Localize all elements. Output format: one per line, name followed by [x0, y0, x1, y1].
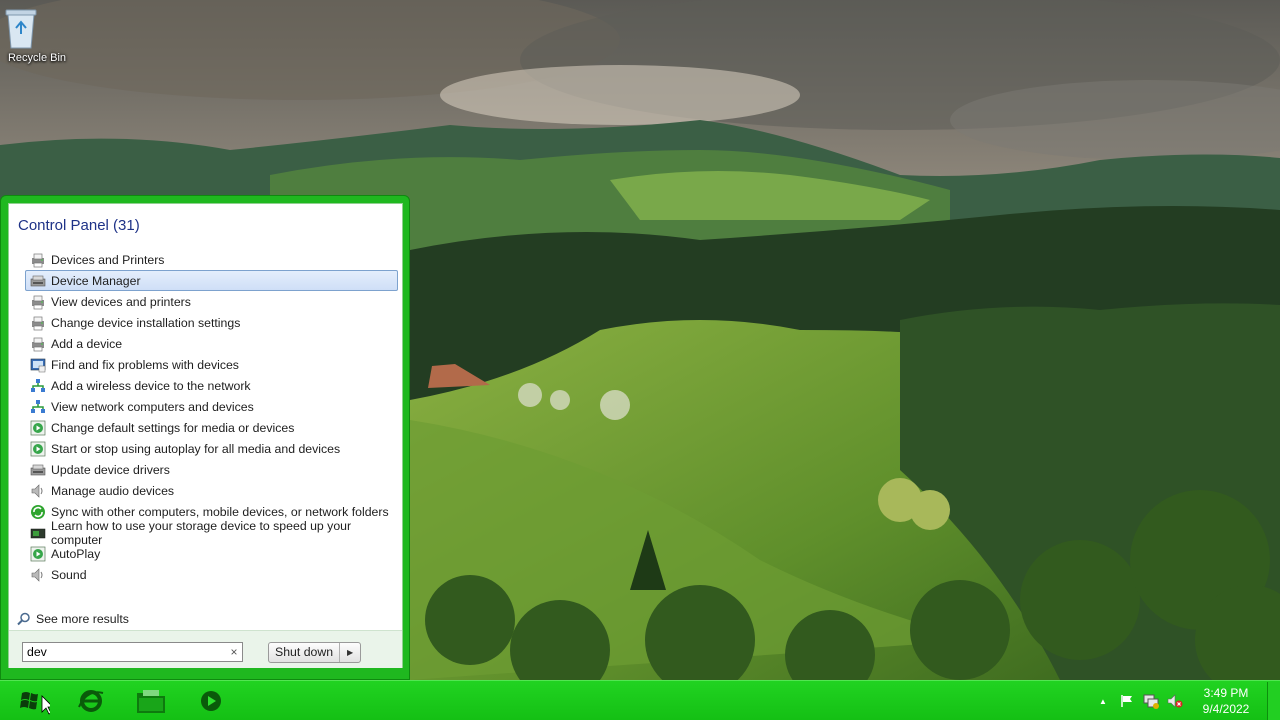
folder-icon [137, 690, 165, 713]
result-item-label: Change default settings for media or dev… [51, 420, 295, 435]
speaker-icon [30, 483, 46, 499]
result-item-label: Device Manager [51, 273, 141, 288]
search-results-pane: Control Panel (31) Devices and Printers D… [8, 203, 403, 668]
autoplay-icon [30, 546, 46, 562]
printer-icon [30, 336, 46, 352]
device-manager-icon [30, 462, 46, 478]
taskbar-media-player-button[interactable] [186, 684, 236, 718]
media-player-icon [201, 691, 221, 711]
clock-date: 9/4/2022 [1202, 702, 1250, 716]
shutdown-button-group: Shut down ▶ [268, 642, 362, 663]
readyboost-icon [30, 525, 46, 541]
taskbar-explorer-button[interactable] [126, 684, 176, 718]
result-item-label: View network computers and devices [51, 399, 254, 414]
speaker-icon [30, 567, 46, 583]
network-icon [30, 378, 46, 394]
recycle-bin[interactable]: Recycle Bin [4, 6, 70, 64]
result-item[interactable]: Device Manager [25, 270, 398, 291]
result-item-label: Manage audio devices [51, 483, 175, 498]
clock-time: 3:49 PM [1203, 686, 1249, 700]
start-search-box[interactable]: × [22, 642, 243, 662]
result-item-label: Update device drivers [51, 462, 170, 477]
see-more-results-label: See more results [36, 612, 129, 626]
result-item-label: View devices and printers [51, 294, 191, 309]
result-item-label: Change device installation settings [51, 315, 241, 330]
start-orb-icon [20, 692, 54, 715]
result-item[interactable]: Devices and Printers [25, 249, 398, 270]
shutdown-options-arrow-icon[interactable]: ▶ [340, 643, 360, 662]
result-item[interactable]: Add a wireless device to the network [25, 375, 398, 396]
result-item[interactable]: Start or stop using autoplay for all med… [25, 438, 398, 459]
result-item-label: Learn how to use your storage device to … [51, 518, 352, 547]
device-manager-icon [30, 273, 46, 289]
start-menu: Control Panel (31) Devices and Printers D… [0, 195, 410, 680]
result-item[interactable]: Learn how to use your storage device to … [25, 519, 398, 547]
result-item-label: Find and fix problems with devices [51, 357, 239, 372]
taskbar-internet-explorer-button[interactable] [66, 684, 116, 718]
result-item-label: Add a wireless device to the network [51, 378, 251, 393]
result-item-label: Sync with other computers, mobile device… [51, 504, 389, 519]
autoplay-icon [30, 441, 46, 457]
result-item-label: Add a device [51, 336, 123, 351]
start-search-input[interactable] [23, 644, 226, 660]
see-more-results-link[interactable]: See more results [17, 612, 129, 626]
printer-icon [30, 315, 46, 331]
autoplay-icon [30, 420, 46, 436]
result-item[interactable]: Sound [25, 564, 398, 585]
internet-explorer-icon [78, 690, 104, 712]
result-item[interactable]: Find and fix problems with devices [25, 354, 398, 375]
printer-icon [30, 252, 46, 268]
system-tray: ▲ 3:49 PM 9/4/2022 [1091, 681, 1280, 721]
result-item-label: AutoPlay [51, 546, 101, 561]
magnifier-icon [17, 612, 30, 626]
troubleshoot-icon [30, 357, 46, 373]
result-item[interactable]: Add a device [25, 333, 398, 354]
tray-overflow-icon[interactable]: ▲ [1094, 692, 1112, 710]
taskbar: ▲ 3:49 PM 9/4/2022 [0, 680, 1280, 720]
result-item[interactable]: Update device drivers [25, 459, 398, 480]
network-icon[interactable] [1142, 692, 1160, 710]
result-item[interactable]: View devices and printers [25, 291, 398, 312]
shutdown-button[interactable]: Shut down [269, 643, 341, 662]
taskbar-clock[interactable]: 3:49 PM 9/4/2022 [1195, 685, 1257, 717]
volume-muted-icon[interactable] [1166, 692, 1184, 710]
result-item[interactable]: Manage audio devices [25, 480, 398, 501]
network-icon [30, 399, 46, 415]
recycle-bin-icon [5, 9, 37, 49]
result-item[interactable]: Change default settings for media or dev… [25, 417, 398, 438]
clear-search-icon[interactable]: × [226, 645, 242, 659]
show-desktop-button[interactable] [1267, 682, 1280, 720]
start-button[interactable] [6, 684, 54, 718]
action-center-flag-icon[interactable] [1118, 692, 1136, 710]
results-list: Devices and Printers Device Manager View d… [25, 249, 398, 585]
results-group-title[interactable]: Control Panel (31) [18, 217, 140, 234]
result-item[interactable]: View network computers and devices [25, 396, 398, 417]
start-menu-bottom-bar: × Shut down ▶ [9, 630, 402, 668]
recycle-bin-label: Recycle Bin [7, 52, 67, 64]
result-item-label: Start or stop using autoplay for all med… [51, 441, 341, 456]
result-item-label: Devices and Printers [51, 252, 165, 267]
printer-icon [30, 294, 46, 310]
result-item-label: Sound [51, 567, 87, 582]
result-item[interactable]: Change device installation settings [25, 312, 398, 333]
sync-icon [30, 504, 46, 520]
